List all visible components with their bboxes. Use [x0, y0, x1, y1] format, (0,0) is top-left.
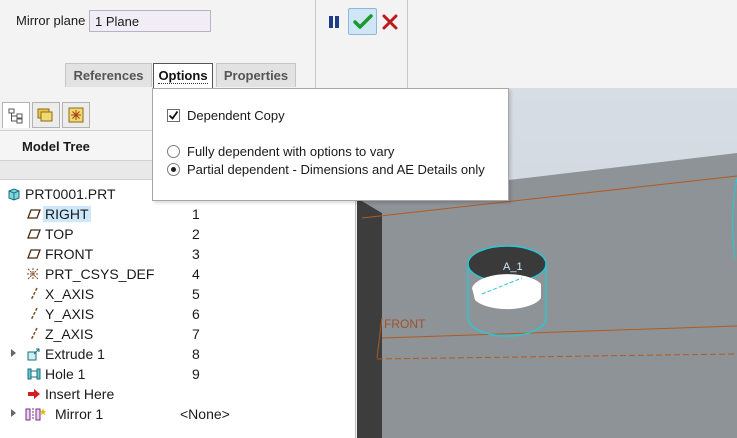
dependent-copy-option[interactable]: Dependent Copy — [167, 108, 285, 123]
tree-item-hole[interactable]: Hole 1 9 — [0, 364, 350, 384]
tree-item-csys[interactable]: PRT_CSYS_DEF 4 — [0, 264, 350, 284]
tree-item-label: RIGHT — [43, 206, 91, 222]
model-tree-icon — [8, 108, 23, 123]
datum-axis-icon — [30, 327, 38, 341]
tree-item-label: X_AXIS — [45, 286, 95, 302]
close-icon — [382, 14, 398, 29]
feature-number: 8 — [192, 346, 200, 362]
feature-number: 6 — [192, 306, 200, 322]
tab-options[interactable]: Options — [153, 63, 213, 88]
tree-item-label: Y_AXIS — [45, 306, 95, 322]
feature-number: 5 — [192, 286, 200, 302]
fully-dependent-radio[interactable] — [167, 145, 180, 158]
expand-arrow-icon[interactable] — [11, 349, 16, 357]
folder-browser-tab[interactable] — [32, 102, 60, 128]
tab-properties[interactable]: Properties — [216, 63, 296, 87]
checkmark-icon — [168, 110, 179, 120]
checkmark-icon — [352, 13, 373, 29]
model-tree-tab[interactable] — [2, 102, 30, 128]
datum-plane-icon — [27, 249, 41, 259]
tab-references[interactable]: References — [65, 63, 152, 87]
datum-plane-icon — [27, 229, 41, 239]
tree-item-mirror[interactable]: Mirror 1 <None> — [0, 404, 350, 424]
favorites-icon — [68, 107, 84, 123]
tree-item-label: Insert Here — [45, 386, 115, 402]
tree-item-insert-here[interactable]: Insert Here — [0, 384, 350, 404]
tree-item-x-axis[interactable]: X_AXIS 5 — [0, 284, 350, 304]
feature-dashboard: Mirror plane References Options Properti… — [0, 0, 737, 88]
expand-arrow-icon[interactable] — [11, 409, 16, 417]
partial-dependent-option[interactable]: Partial dependent - Dimensions and AE De… — [167, 162, 485, 177]
datum-axis-icon — [30, 307, 38, 321]
part-icon — [8, 188, 20, 201]
pause-button[interactable] — [324, 8, 344, 35]
extrude-icon — [27, 348, 40, 361]
tree-item-label: TOP — [45, 226, 74, 242]
feature-number: 1 — [192, 206, 200, 222]
tab-properties-label: Properties — [223, 68, 289, 83]
tree-item-right[interactable]: RIGHT 1 — [0, 204, 350, 224]
dashboard-main-area: Mirror plane References Options Properti… — [0, 0, 316, 88]
ok-button[interactable] — [348, 8, 377, 35]
datum-plane-icon — [27, 209, 41, 219]
tab-options-label: Options — [158, 68, 208, 84]
feature-number: 7 — [192, 326, 200, 342]
mirror-plane-collector[interactable] — [89, 10, 211, 32]
options-panel: Dependent Copy Fully dependent with opti… — [152, 88, 509, 201]
mirror-icon — [25, 408, 46, 421]
dependent-copy-checkbox[interactable] — [167, 109, 180, 122]
front-plane-label: FRONT — [384, 317, 426, 331]
folder-icon — [37, 108, 53, 122]
tree-item-label: Extrude 1 — [45, 346, 105, 362]
tree-item-extrude[interactable]: Extrude 1 8 — [0, 344, 350, 364]
model-tree-title: Model Tree — [22, 139, 90, 154]
fully-dependent-label: Fully dependent with options to vary — [187, 144, 395, 159]
feature-number: 3 — [192, 246, 200, 262]
feature-number: <None> — [180, 406, 230, 422]
fully-dependent-option[interactable]: Fully dependent with options to vary — [167, 144, 394, 159]
pause-icon — [329, 15, 339, 28]
feature-number: 9 — [192, 366, 200, 382]
tab-references-label: References — [73, 68, 144, 83]
dependent-copy-label: Dependent Copy — [187, 108, 285, 123]
partial-dependent-radio[interactable] — [167, 163, 180, 176]
csys-icon — [27, 268, 39, 280]
mirror-plane-label: Mirror plane — [16, 13, 86, 28]
hole-axis-label: A_1 — [503, 261, 523, 273]
favorites-tab[interactable] — [62, 102, 90, 128]
tree-item-y-axis[interactable]: Y_AXIS 6 — [0, 304, 350, 324]
hole-icon — [27, 368, 41, 380]
tree-item-front[interactable]: FRONT 3 — [0, 244, 350, 264]
tree-item-top[interactable]: TOP 2 — [0, 224, 350, 244]
tree-item-label: Hole 1 — [45, 366, 86, 382]
tree-item-label: FRONT — [45, 246, 94, 262]
cancel-button[interactable] — [379, 8, 401, 35]
datum-axis-icon — [30, 287, 38, 301]
insert-arrow-icon — [28, 389, 40, 399]
feature-number: 2 — [192, 226, 200, 242]
tree-item-label: Mirror 1 — [55, 406, 104, 422]
feature-number: 4 — [192, 266, 200, 282]
tree-item-z-axis[interactable]: Z_AXIS 7 — [0, 324, 350, 344]
tree-item-label: PRT0001.PRT — [25, 186, 116, 202]
tree-item-label: Z_AXIS — [45, 326, 94, 342]
partial-dependent-label: Partial dependent - Dimensions and AE De… — [187, 162, 485, 177]
tree-item-label: PRT_CSYS_DEF — [45, 266, 155, 282]
